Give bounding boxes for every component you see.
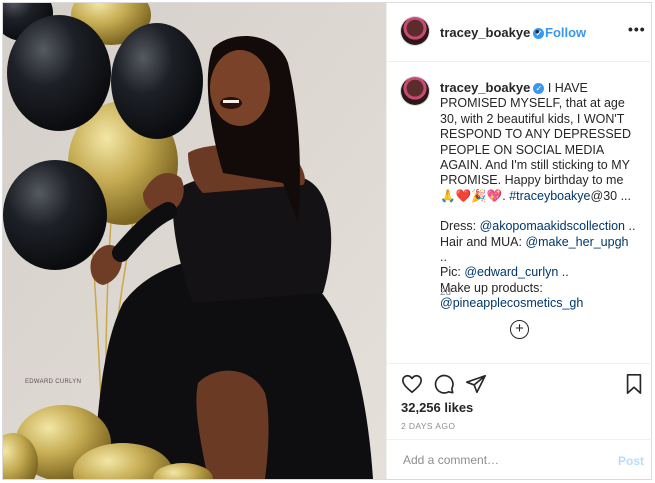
pic-tail: .. <box>558 265 569 280</box>
post-photo[interactable]: EDWARD CURLYN <box>3 3 386 479</box>
caption-avatar[interactable] <box>401 77 429 105</box>
post-caption: tracey_boakye ✓ I HAVE PROMISED MYSELF, t… <box>440 80 638 312</box>
makeup-handle-link[interactable]: @pineapplecosmetics_gh <box>440 296 583 310</box>
comment-form: Post <box>387 439 652 481</box>
action-bar: 32,256 likes 2 DAYS AGO Post <box>387 363 652 480</box>
heart-icon[interactable] <box>401 373 423 400</box>
avatar[interactable] <box>401 17 429 45</box>
more-options-icon[interactable]: ••• <box>628 21 646 37</box>
hair-handle-link[interactable]: @make_her_upgh <box>525 235 628 249</box>
post-side-panel: tracey_boakye ✓ • Follow ••• tracey_boaky… <box>386 3 652 479</box>
pic-label: Pic: <box>440 265 465 280</box>
share-icon[interactable] <box>465 373 487 400</box>
caption-age: 2d <box>440 287 452 298</box>
header-username[interactable]: tracey_boakye ✓ <box>440 25 545 40</box>
comments-area: tracey_boakye ✓ I HAVE PROMISED MYSELF, t… <box>387 62 652 362</box>
pic-handle-link[interactable]: @edward_curlyn <box>464 265 558 279</box>
bookmark-icon[interactable] <box>624 373 644 400</box>
comment-input[interactable] <box>401 452 605 468</box>
caption-text: I HAVE PROMISED MYSELF, that at age 30, … <box>440 81 632 203</box>
photo-illustration <box>3 3 386 479</box>
hair-tail: .. <box>440 250 447 265</box>
instagram-post: EDWARD CURLYN tracey_boakye ✓ • Follow ••… <box>2 2 652 480</box>
follow-button[interactable]: Follow <box>545 25 586 40</box>
post-date: 2 DAYS AGO <box>401 421 456 431</box>
verified-badge-icon: ✓ <box>533 83 545 94</box>
hair-label: Hair and MUA: <box>440 234 526 249</box>
dress-tail: .. <box>625 219 636 234</box>
separator-dot: • <box>535 24 540 39</box>
dress-handle-link[interactable]: @akopomaakidscollection <box>480 219 625 233</box>
like-count[interactable]: 32,256 likes <box>401 400 473 415</box>
dress-label: Dress: <box>440 219 480 234</box>
comment-icon[interactable] <box>433 373 455 400</box>
photo-watermark: EDWARD CURLYN <box>25 379 82 385</box>
post-comment-button[interactable]: Post <box>618 454 644 468</box>
caption-username[interactable]: tracey_boakye <box>440 80 530 95</box>
plus-circle-icon[interactable]: + <box>510 320 529 339</box>
makeup-label: Make up products: <box>440 280 543 295</box>
caption-text-tail: @30 ... <box>590 188 632 203</box>
hashtag-link[interactable]: #traceyboakye <box>509 189 590 203</box>
post-header: tracey_boakye ✓ • Follow ••• <box>387 3 652 62</box>
